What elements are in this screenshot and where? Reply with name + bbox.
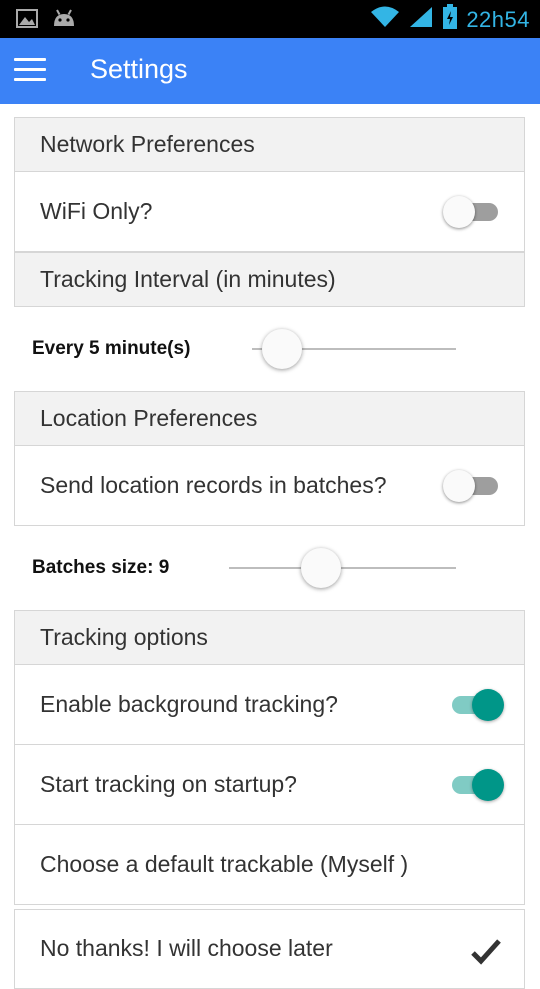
image-icon bbox=[16, 9, 38, 33]
setting-label: Send location records in batches? bbox=[40, 472, 387, 498]
menu-icon[interactable] bbox=[14, 58, 46, 84]
setting-batches[interactable]: Send location records in batches? bbox=[14, 446, 525, 526]
wifi-only-toggle[interactable] bbox=[443, 196, 502, 228]
android-icon bbox=[52, 9, 76, 33]
setting-label: WiFi Only? bbox=[40, 198, 153, 224]
status-bar: 22h54 bbox=[0, 0, 540, 38]
section-header-network: Network Preferences bbox=[14, 117, 525, 172]
batch-size-label: Batches size: 9 bbox=[32, 557, 170, 578]
setting-choose-later[interactable]: No thanks! I will choose later bbox=[14, 909, 525, 989]
batch-size-slider-row: Batches size: 9 bbox=[0, 526, 540, 610]
section-header-tracking-interval: Tracking Interval (in minutes) bbox=[14, 252, 525, 307]
app-bar: Settings bbox=[0, 38, 540, 104]
setting-label: No thanks! I will choose later bbox=[40, 935, 333, 961]
setting-label: Enable background tracking? bbox=[40, 691, 338, 717]
setting-label: Choose a default trackable (Myself ) bbox=[40, 851, 409, 877]
background-tracking-toggle[interactable] bbox=[446, 689, 504, 721]
check-icon[interactable] bbox=[470, 938, 502, 971]
page-title: Settings bbox=[90, 54, 188, 84]
section-header-tracking-options: Tracking options bbox=[14, 610, 525, 665]
batch-size-slider[interactable] bbox=[301, 548, 341, 588]
tracking-interval-slider[interactable] bbox=[262, 329, 302, 369]
wifi-icon bbox=[370, 5, 400, 34]
setting-wifi-only[interactable]: WiFi Only? bbox=[14, 172, 525, 252]
batches-toggle[interactable] bbox=[443, 470, 502, 502]
startup-tracking-toggle[interactable] bbox=[446, 769, 504, 801]
status-time: 22h54 bbox=[466, 6, 530, 32]
setting-label: Start tracking on startup? bbox=[40, 771, 297, 797]
tracking-interval-slider-row: Every 5 minute(s) bbox=[0, 307, 540, 391]
signal-icon bbox=[408, 5, 434, 34]
tracking-interval-label: Every 5 minute(s) bbox=[32, 338, 191, 359]
batch-size-track[interactable] bbox=[229, 567, 456, 569]
setting-default-trackable[interactable]: Choose a default trackable (Myself ) bbox=[14, 825, 525, 905]
setting-startup-tracking[interactable]: Start tracking on startup? bbox=[14, 745, 525, 825]
settings-list[interactable]: Network Preferences WiFi Only? Tracking … bbox=[0, 104, 540, 989]
setting-background-tracking[interactable]: Enable background tracking? bbox=[14, 665, 525, 745]
battery-icon bbox=[442, 4, 458, 35]
section-header-location: Location Preferences bbox=[14, 391, 525, 446]
